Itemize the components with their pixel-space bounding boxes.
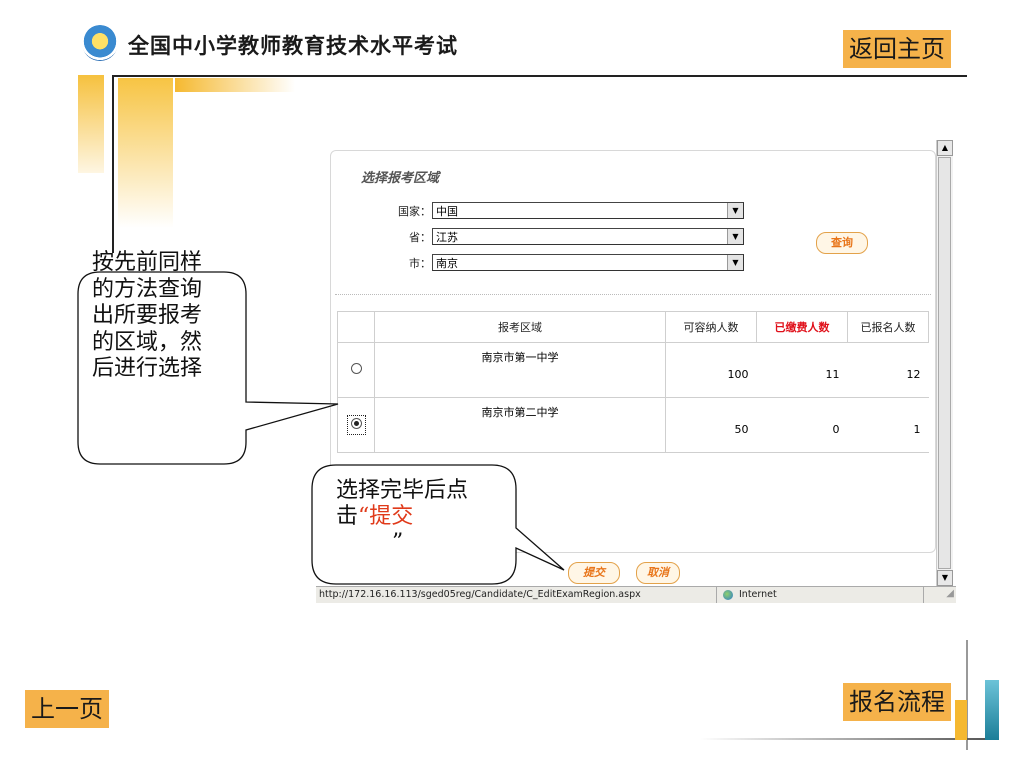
paid-value: 11 (756, 342, 848, 398)
callout-highlight: “提交 (358, 504, 414, 529)
callout-instruction-select: 按先前同样的方法查询出所要报考的区域，然后进行选择 (92, 250, 203, 381)
registered-value: 1 (847, 397, 929, 453)
prev-page-button[interactable]: 上一页 (25, 690, 109, 728)
column-header-region: 报考区域 (374, 311, 666, 343)
decor-horizontal-line (700, 738, 990, 740)
query-button[interactable]: 查询 (816, 232, 868, 254)
resize-grip-icon[interactable]: ◢ (946, 586, 954, 602)
site-title: 全国中小学教师教育技术水平考试 (128, 34, 458, 58)
decor-teal-bar (985, 680, 999, 740)
exam-logo-icon (82, 25, 118, 61)
region-name: 南京市第一中学 (374, 342, 666, 398)
decor-yellow-bar (955, 700, 967, 740)
region-table: 报考区域 可容纳人数 已缴费人数 已报名人数 南京市第一中学 100 11 12 (337, 311, 929, 453)
decor-yellow-bar (78, 75, 104, 173)
section-divider (335, 294, 931, 295)
scroll-up-icon[interactable]: ▲ (937, 140, 953, 156)
region-name: 南京市第二中学 (374, 397, 666, 453)
decor-yellow-bar (118, 78, 173, 228)
city-label: 市： (409, 257, 431, 270)
callout-instruction-submit: 选择完毕后点击“提交” (336, 478, 496, 556)
scroll-thumb[interactable] (938, 157, 951, 569)
decor-vertical-line (112, 75, 114, 253)
globe-icon (723, 590, 733, 600)
chevron-down-icon[interactable]: ▼ (727, 203, 743, 218)
country-label: 国家： (398, 205, 431, 218)
column-header-capacity: 可容纳人数 (665, 311, 757, 343)
home-button[interactable]: 返回主页 (843, 30, 951, 68)
table-row[interactable]: 南京市第一中学 100 11 12 (337, 342, 929, 398)
registered-value: 12 (847, 342, 929, 398)
capacity-value: 100 (665, 342, 757, 398)
zone-label: Internet (739, 589, 777, 600)
province-value: 江苏 (436, 231, 458, 244)
column-header-registered: 已报名人数 (847, 311, 929, 343)
browser-statusbar: http://172.16.16.113/sged05reg/Candidate… (316, 586, 956, 603)
chevron-down-icon[interactable]: ▼ (727, 255, 743, 270)
region-radio[interactable] (350, 417, 362, 429)
row-select-cell (337, 342, 375, 398)
city-value: 南京 (436, 257, 458, 270)
status-url: http://172.16.16.113/sged05reg/Candidate… (319, 589, 641, 600)
submit-button[interactable]: 提交 (568, 562, 620, 584)
country-value: 中国 (436, 205, 458, 218)
chevron-down-icon[interactable]: ▼ (727, 229, 743, 244)
scroll-down-icon[interactable]: ▼ (937, 570, 953, 586)
security-zone: Internet (716, 587, 924, 603)
header-divider (112, 75, 967, 77)
country-select[interactable]: 中国 ▼ (432, 202, 744, 219)
row-select-cell (337, 397, 375, 453)
province-label: 省： (409, 231, 431, 244)
capacity-value: 50 (665, 397, 757, 453)
province-select[interactable]: 江苏 ▼ (432, 228, 744, 245)
select-column-header (337, 311, 375, 343)
section-title: 选择报考区域 (361, 171, 440, 186)
callout-closing-quote: ” (392, 530, 404, 555)
city-select[interactable]: 南京 ▼ (432, 254, 744, 271)
region-radio[interactable] (350, 362, 362, 374)
column-header-paid: 已缴费人数 (756, 311, 848, 343)
decor-yellow-bar (175, 78, 295, 92)
paid-value: 0 (756, 397, 848, 453)
radio-focus-ring (346, 414, 366, 435)
table-row[interactable]: 南京市第二中学 50 0 1 (337, 397, 929, 453)
vertical-scrollbar[interactable]: ▲ ▼ (936, 140, 953, 586)
table-header-row: 报考区域 可容纳人数 已缴费人数 已报名人数 (337, 311, 929, 343)
cancel-button[interactable]: 取消 (636, 562, 680, 584)
registration-flow-button[interactable]: 报名流程 (843, 683, 951, 721)
